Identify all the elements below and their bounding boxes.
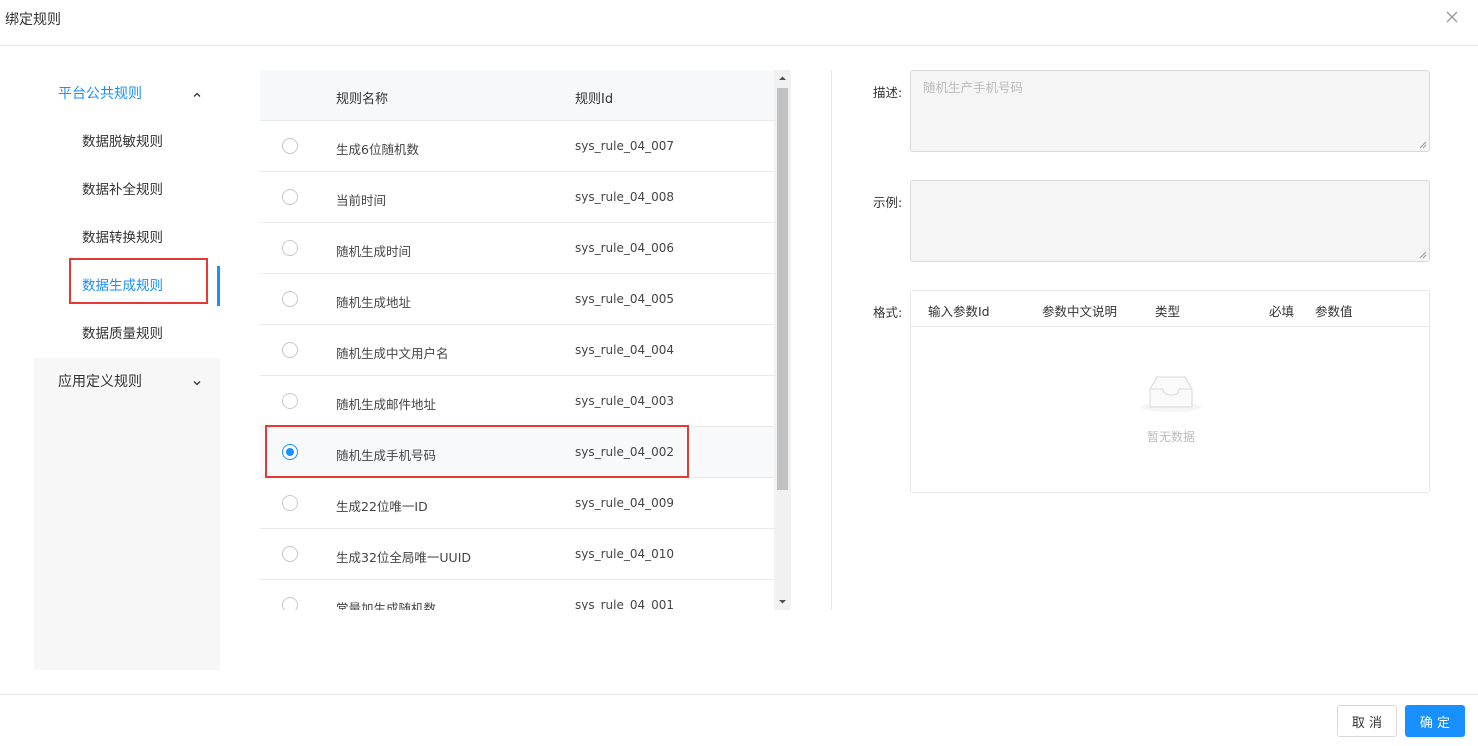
menu-item-transform-rules[interactable]: 数据转换规则	[34, 214, 220, 262]
rule-id-cell: sys_rule_04_003	[575, 394, 675, 408]
row-radio[interactable]	[282, 495, 298, 511]
confirm-button[interactable]: 确 定	[1405, 705, 1465, 737]
table-row[interactable]: 常量加生成随机数 sys_rule_04_001	[260, 580, 774, 610]
rule-id-cell: sys_rule_04_008	[575, 190, 675, 204]
menu-item-label: 数据质量规则	[82, 326, 163, 342]
rule-name-cell: 随机生成手机号码	[336, 448, 437, 463]
scrollbar-thumb[interactable]	[777, 88, 788, 490]
chevron-up-icon	[193, 92, 201, 97]
menu-group-platform-rules[interactable]: 平台公共规则	[34, 70, 220, 118]
rule-name-cell: 生成22位唯一ID	[336, 499, 428, 514]
menu-item-generation-rules[interactable]: 数据生成规则	[34, 258, 220, 310]
row-radio[interactable]	[282, 189, 298, 205]
column-header-rule-name: 规则名称	[336, 92, 389, 107]
table-scrollbar[interactable]	[774, 70, 791, 610]
bind-rule-dialog: 绑定规则 平台公共规则 数据脱敏规则 数据补全规则 数据转换规则 数据生成规则	[0, 0, 1478, 746]
menu-item-label: 数据生成规则	[82, 278, 163, 294]
row-radio[interactable]	[282, 393, 298, 409]
menu-item-label: 数据脱敏规则	[82, 134, 163, 150]
menu-item-masking-rules[interactable]: 数据脱敏规则	[34, 118, 220, 166]
description-value: 随机生产手机号码	[923, 80, 1024, 95]
rule-id-cell: sys_rule_04_001	[575, 598, 675, 610]
row-radio[interactable]	[282, 444, 298, 460]
rule-category-menu: 平台公共规则 数据脱敏规则 数据补全规则 数据转换规则 数据生成规则 数据质量规…	[34, 70, 220, 670]
menu-group-label: 平台公共规则	[58, 86, 142, 102]
menu-item-label: 数据转换规则	[82, 230, 163, 246]
resize-grip-icon[interactable]	[1419, 141, 1427, 149]
table-row[interactable]: 随机生成时间 sys_rule_04_006	[260, 223, 774, 274]
row-radio[interactable]	[282, 291, 298, 307]
rule-name-cell: 常量加生成随机数	[336, 601, 437, 610]
rule-name-cell: 当前时间	[336, 193, 387, 208]
cancel-button[interactable]: 取 消	[1337, 705, 1397, 737]
column-header-required: 必填	[1269, 304, 1295, 319]
rule-name-cell: 生成6位随机数	[336, 142, 419, 157]
empty-state	[911, 371, 1431, 419]
format-params-table: 输入参数Id 参数中文说明 类型 必填 参数值 暂无数据	[910, 290, 1430, 493]
rule-id-cell: sys_rule_04_005	[575, 292, 675, 306]
row-radio[interactable]	[282, 240, 298, 256]
rule-id-cell: sys_rule_04_004	[575, 343, 675, 357]
empty-text: 暂无数据	[1146, 430, 1195, 444]
rules-table-header: 规则名称 规则Id	[260, 70, 774, 121]
rule-id-cell: sys_rule_04_006	[575, 241, 675, 255]
format-table-header: 输入参数Id 参数中文说明 类型 必填 参数值	[911, 291, 1429, 327]
rules-table: 规则名称 规则Id 生成6位随机数 sys_rule_04_007 当前时间 sys_…	[260, 70, 791, 610]
menu-group-label: 应用定义规则	[58, 374, 142, 390]
table-row[interactable]: 随机生成地址 sys_rule_04_005	[260, 274, 774, 325]
rule-name-cell: 随机生成地址	[336, 295, 412, 310]
menu-item-label: 数据补全规则	[82, 182, 163, 198]
column-header-param-id: 输入参数Id	[928, 304, 990, 319]
row-radio[interactable]	[282, 138, 298, 154]
column-header-type: 类型	[1155, 304, 1181, 319]
menu-item-completion-rules[interactable]: 数据补全规则	[34, 166, 220, 214]
empty-inbox-icon	[1141, 376, 1201, 412]
rule-name-cell: 随机生成邮件地址	[336, 397, 437, 412]
table-row[interactable]: 随机生成邮件地址 sys_rule_04_003	[260, 376, 774, 427]
close-icon[interactable]	[1444, 9, 1460, 25]
scroll-down-icon[interactable]	[774, 593, 791, 610]
menu-group-app-defined-rules[interactable]: 应用定义规则	[34, 358, 220, 406]
row-radio[interactable]	[282, 597, 298, 610]
row-radio[interactable]	[282, 342, 298, 358]
row-radio[interactable]	[282, 546, 298, 562]
scroll-up-icon[interactable]	[774, 70, 791, 87]
rule-name-cell: 生成32位全局唯一UUID	[336, 550, 472, 565]
column-header-param-value: 参数值	[1315, 304, 1353, 319]
resize-grip-icon[interactable]	[1419, 251, 1427, 259]
column-header-rule-id: 规则Id	[575, 92, 614, 107]
table-row[interactable]: 随机生成手机号码 sys_rule_04_002	[260, 425, 774, 478]
platform-rules-submenu: 数据脱敏规则 数据补全规则 数据转换规则 数据生成规则 数据质量规则	[34, 118, 220, 358]
panel-divider	[831, 70, 832, 610]
chevron-down-icon	[193, 381, 201, 386]
table-row[interactable]: 生成32位全局唯一UUID sys_rule_04_010	[260, 529, 774, 580]
rule-name-cell: 随机生成时间	[336, 244, 412, 259]
example-label: 示例:	[873, 195, 903, 210]
table-row[interactable]: 生成22位唯一ID sys_rule_04_009	[260, 478, 774, 529]
rule-id-cell: sys_rule_04_010	[575, 547, 675, 561]
rule-name-cell: 随机生成中文用户名	[336, 346, 449, 361]
rule-id-cell: sys_rule_04_009	[575, 496, 675, 510]
dialog-header: 绑定规则	[0, 0, 1478, 46]
description-label: 描述:	[873, 85, 903, 100]
description-textarea[interactable]: 随机生产手机号码	[910, 70, 1430, 152]
example-textarea[interactable]	[910, 180, 1430, 262]
table-row[interactable]: 当前时间 sys_rule_04_008	[260, 172, 774, 223]
rule-id-cell: sys_rule_04_007	[575, 139, 675, 153]
rule-id-cell: sys_rule_04_002	[575, 445, 675, 459]
table-row[interactable]: 生成6位随机数 sys_rule_04_007	[260, 121, 774, 172]
rules-table-body: 生成6位随机数 sys_rule_04_007 当前时间 sys_rule_04_00…	[260, 121, 774, 610]
column-header-param-desc: 参数中文说明	[1042, 304, 1118, 319]
table-row[interactable]: 随机生成中文用户名 sys_rule_04_004	[260, 325, 774, 376]
format-label: 格式:	[873, 305, 903, 320]
dialog-title: 绑定规则	[5, 12, 61, 28]
dialog-footer: 取 消 确 定	[0, 694, 1478, 746]
menu-item-quality-rules[interactable]: 数据质量规则	[34, 310, 220, 358]
